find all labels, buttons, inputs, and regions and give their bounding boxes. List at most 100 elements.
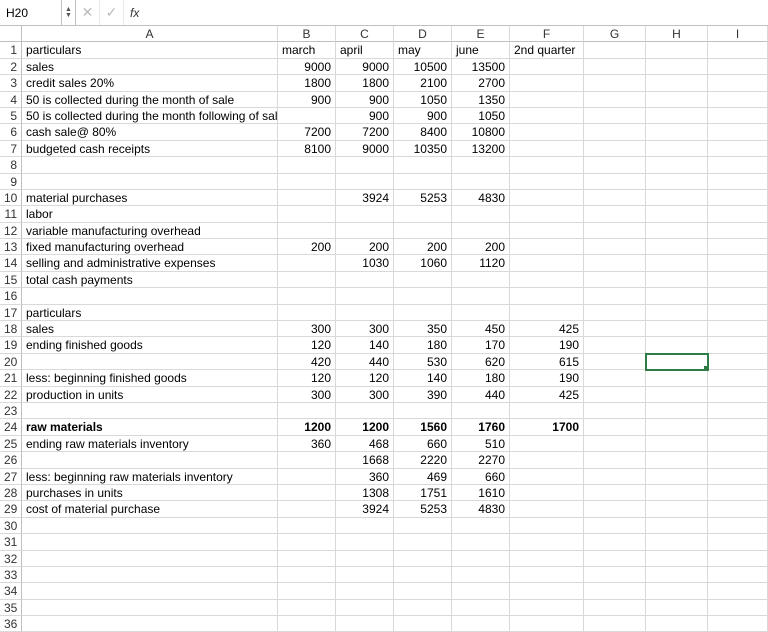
row-header[interactable]: 9: [0, 174, 22, 190]
row-header[interactable]: 18: [0, 321, 22, 337]
row-header[interactable]: 30: [0, 518, 22, 534]
cell[interactable]: [278, 469, 336, 485]
cell[interactable]: purchases in units: [22, 485, 278, 501]
cell[interactable]: 300: [278, 387, 336, 403]
cell[interactable]: [394, 223, 452, 239]
cell[interactable]: 900: [336, 92, 394, 108]
cell[interactable]: 3924: [336, 190, 394, 206]
row-header[interactable]: 17: [0, 305, 22, 321]
cell[interactable]: [708, 223, 768, 239]
cell[interactable]: 360: [278, 436, 336, 452]
cell[interactable]: [510, 190, 584, 206]
cell[interactable]: [646, 485, 708, 501]
cell[interactable]: 1350: [452, 92, 510, 108]
row-header[interactable]: 4: [0, 92, 22, 108]
cell[interactable]: [510, 124, 584, 140]
cell[interactable]: [646, 583, 708, 599]
cell[interactable]: [646, 354, 708, 370]
cell[interactable]: [336, 551, 394, 567]
cell[interactable]: 200: [336, 239, 394, 255]
cell[interactable]: [510, 288, 584, 304]
cell[interactable]: [646, 419, 708, 435]
row-header[interactable]: 15: [0, 272, 22, 288]
cell[interactable]: [584, 239, 646, 255]
cell[interactable]: [22, 354, 278, 370]
row-header[interactable]: 35: [0, 600, 22, 616]
cell[interactable]: 1060: [394, 255, 452, 271]
cell[interactable]: 660: [394, 436, 452, 452]
row-header[interactable]: 19: [0, 337, 22, 353]
cell[interactable]: [584, 469, 646, 485]
cell[interactable]: [646, 206, 708, 222]
cell[interactable]: [584, 354, 646, 370]
cell[interactable]: 9000: [278, 59, 336, 75]
cell[interactable]: 2nd quarter: [510, 42, 584, 58]
cell[interactable]: [510, 157, 584, 173]
cell[interactable]: [510, 600, 584, 616]
col-header-G[interactable]: G: [584, 26, 646, 42]
cell[interactable]: [646, 337, 708, 353]
cell[interactable]: [646, 305, 708, 321]
spreadsheet-grid[interactable]: ABCDEFGHI1particularsmarchaprilmayjune2n…: [0, 26, 768, 632]
cell[interactable]: [510, 616, 584, 632]
cell[interactable]: 140: [394, 370, 452, 386]
cell[interactable]: 140: [336, 337, 394, 353]
cell[interactable]: production in units: [22, 387, 278, 403]
cell[interactable]: [646, 387, 708, 403]
cell[interactable]: [584, 616, 646, 632]
cell[interactable]: [646, 567, 708, 583]
cell[interactable]: [452, 157, 510, 173]
cell[interactable]: [278, 485, 336, 501]
cell[interactable]: 1560: [394, 419, 452, 435]
cell[interactable]: [584, 583, 646, 599]
row-header[interactable]: 20: [0, 354, 22, 370]
cell[interactable]: [278, 534, 336, 550]
cell[interactable]: [708, 157, 768, 173]
cell[interactable]: credit sales 20%: [22, 75, 278, 91]
cell[interactable]: [452, 288, 510, 304]
cell[interactable]: 8400: [394, 124, 452, 140]
cell[interactable]: [708, 583, 768, 599]
cell[interactable]: 530: [394, 354, 452, 370]
row-header[interactable]: 26: [0, 452, 22, 468]
cell[interactable]: [708, 337, 768, 353]
cell[interactable]: fixed manufacturing overhead: [22, 239, 278, 255]
cell[interactable]: [22, 567, 278, 583]
cell[interactable]: [278, 600, 336, 616]
cell[interactable]: [584, 157, 646, 173]
cell[interactable]: 300: [278, 321, 336, 337]
cell[interactable]: [708, 288, 768, 304]
cell[interactable]: raw materials: [22, 419, 278, 435]
col-header-B[interactable]: B: [278, 26, 336, 42]
row-header[interactable]: 33: [0, 567, 22, 583]
cell[interactable]: 190: [510, 370, 584, 386]
col-header-C[interactable]: C: [336, 26, 394, 42]
cell[interactable]: [510, 239, 584, 255]
cell[interactable]: 9000: [336, 141, 394, 157]
cell[interactable]: [584, 337, 646, 353]
cell[interactable]: 120: [278, 337, 336, 353]
cell[interactable]: [336, 174, 394, 190]
cell[interactable]: 1751: [394, 485, 452, 501]
cell[interactable]: 1610: [452, 485, 510, 501]
cell[interactable]: [708, 501, 768, 517]
cancel-icon[interactable]: ✕: [76, 0, 100, 25]
cell[interactable]: sales: [22, 59, 278, 75]
cell[interactable]: [584, 124, 646, 140]
cell[interactable]: june: [452, 42, 510, 58]
cell[interactable]: [646, 141, 708, 157]
cell[interactable]: 420: [278, 354, 336, 370]
cell[interactable]: 2700: [452, 75, 510, 91]
cell[interactable]: [646, 600, 708, 616]
cell[interactable]: [394, 288, 452, 304]
cell[interactable]: [336, 518, 394, 534]
cell[interactable]: [708, 124, 768, 140]
cell[interactable]: [278, 223, 336, 239]
row-header[interactable]: 23: [0, 403, 22, 419]
cell[interactable]: [584, 75, 646, 91]
cell[interactable]: variable manufacturing overhead: [22, 223, 278, 239]
cell[interactable]: 10350: [394, 141, 452, 157]
cell[interactable]: 50 is collected during the month followi…: [22, 108, 278, 124]
cell[interactable]: [510, 551, 584, 567]
cell[interactable]: [22, 551, 278, 567]
